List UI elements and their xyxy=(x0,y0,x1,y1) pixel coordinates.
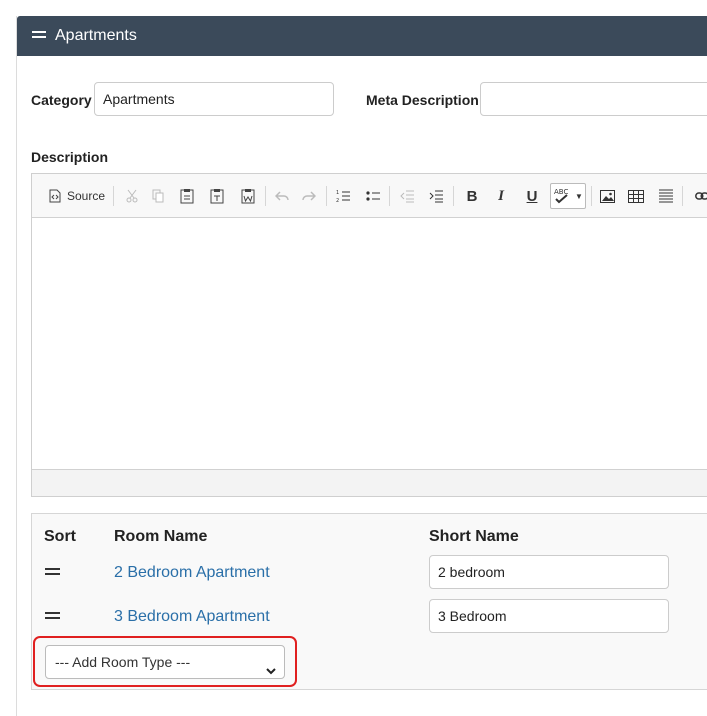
undo-icon xyxy=(275,191,289,201)
toolbar-separator xyxy=(113,186,114,206)
paste-word-icon xyxy=(241,189,255,204)
paste-button[interactable] xyxy=(177,186,197,206)
paste-text-button[interactable] xyxy=(207,186,227,206)
source-button[interactable]: Source xyxy=(46,186,108,206)
increase-indent-button[interactable] xyxy=(426,186,446,206)
svg-text:1: 1 xyxy=(336,190,339,196)
numbered-list-icon: 12 xyxy=(336,190,350,203)
editor-content-area[interactable] xyxy=(32,218,707,470)
underline-button[interactable]: U xyxy=(522,186,542,206)
horizontal-line-icon xyxy=(659,189,673,203)
editor-status-bar xyxy=(32,469,707,496)
rich-text-editor: Source 12 B I U ABC ▼ xyxy=(31,173,707,497)
meta-description-input[interactable] xyxy=(480,82,707,116)
panel-title: Apartments xyxy=(55,27,137,44)
room-name-link[interactable]: 3 Bedroom Apartment xyxy=(114,608,270,626)
table-icon xyxy=(628,189,644,203)
source-icon xyxy=(49,189,61,203)
redo-button[interactable] xyxy=(299,186,319,206)
add-room-type-select[interactable]: --- Add Room Type --- xyxy=(45,645,285,679)
paste-icon xyxy=(180,189,194,204)
column-header-sort: Sort xyxy=(44,528,76,545)
add-room-type-highlight: --- Add Room Type --- xyxy=(33,636,297,687)
short-name-input[interactable]: 3 Bedroom xyxy=(429,599,669,633)
spellcheck-icon: ABC xyxy=(554,188,568,204)
copy-button[interactable] xyxy=(148,186,168,206)
redo-icon xyxy=(302,191,316,201)
meta-description-label: Meta Description xyxy=(366,92,479,108)
editor-toolbar: Source 12 B I U ABC ▼ xyxy=(32,174,707,218)
category-label: Category xyxy=(31,92,92,108)
toolbar-separator xyxy=(326,186,327,206)
short-name-input[interactable]: 2 bedroom xyxy=(429,555,669,589)
hamburger-icon[interactable] xyxy=(32,31,46,40)
paste-text-icon xyxy=(210,189,224,204)
increase-indent-icon xyxy=(429,190,443,203)
bulleted-list-icon xyxy=(366,191,380,201)
spellcheck-button[interactable]: ABC ▼ xyxy=(550,183,586,209)
toolbar-separator xyxy=(591,186,592,206)
italic-button[interactable]: I xyxy=(491,186,511,206)
chevron-down-icon xyxy=(266,655,276,687)
column-header-room-name: Room Name xyxy=(114,528,208,545)
cut-icon xyxy=(126,189,138,203)
numbered-list-button[interactable]: 12 xyxy=(333,186,353,206)
bold-button[interactable]: B xyxy=(462,186,482,206)
link-button[interactable] xyxy=(692,186,707,206)
description-label: Description xyxy=(31,149,109,165)
panel-header[interactable]: Apartments xyxy=(17,16,707,56)
drag-handle-icon[interactable] xyxy=(45,612,60,619)
source-label: Source xyxy=(66,189,106,203)
link-icon xyxy=(695,192,707,200)
category-input[interactable]: Apartments xyxy=(94,82,334,116)
toolbar-separator xyxy=(389,186,390,206)
decrease-indent-button[interactable] xyxy=(397,186,417,206)
toolbar-separator xyxy=(265,186,266,206)
table-button[interactable] xyxy=(626,186,646,206)
svg-text:2: 2 xyxy=(336,198,339,203)
add-room-type-selected: --- Add Room Type --- xyxy=(55,654,191,670)
room-name-link[interactable]: 2 Bedroom Apartment xyxy=(114,564,270,582)
image-button[interactable] xyxy=(597,186,617,206)
copy-icon xyxy=(152,189,164,203)
bulleted-list-button[interactable] xyxy=(363,186,383,206)
image-icon xyxy=(599,189,615,203)
undo-button[interactable] xyxy=(272,186,292,206)
cut-button[interactable] xyxy=(122,186,142,206)
column-header-short-name: Short Name xyxy=(429,528,519,545)
drag-handle-icon[interactable] xyxy=(45,568,60,575)
chevron-down-icon: ▼ xyxy=(575,191,583,201)
toolbar-separator xyxy=(682,186,683,206)
paste-word-button[interactable] xyxy=(238,186,258,206)
decrease-indent-icon xyxy=(400,190,414,203)
horizontal-line-button[interactable] xyxy=(656,186,676,206)
toolbar-separator xyxy=(453,186,454,206)
